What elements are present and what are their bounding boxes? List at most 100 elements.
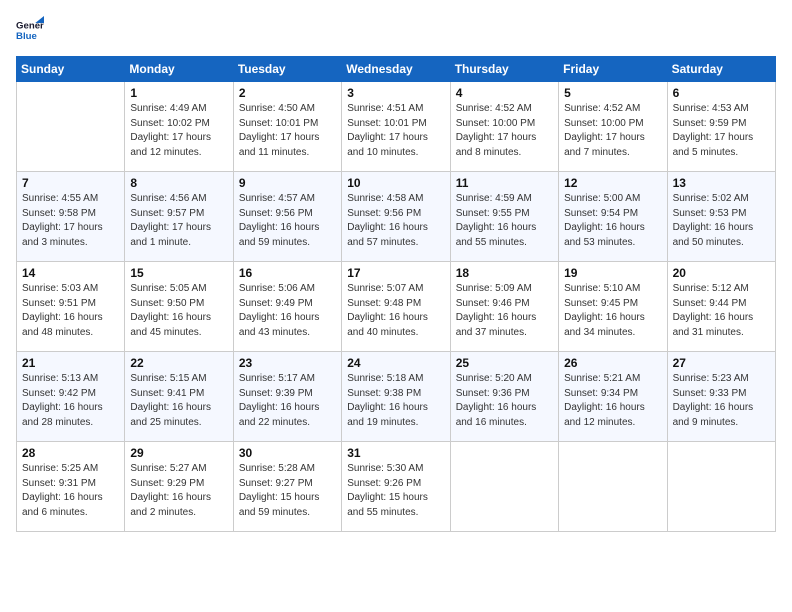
day-header-friday: Friday (559, 57, 667, 82)
day-number: 28 (22, 446, 119, 460)
day-number: 18 (456, 266, 553, 280)
day-number: 7 (22, 176, 119, 190)
day-info: Sunrise: 5:03 AM Sunset: 9:51 PM Dayligh… (22, 282, 119, 340)
day-number: 14 (22, 266, 119, 280)
calendar-cell: 27 Sunrise: 5:23 AM Sunset: 9:33 PM Dayli… (667, 352, 775, 442)
day-number: 12 (564, 176, 661, 190)
day-number: 15 (130, 266, 227, 280)
day-info: Sunrise: 5:02 AM Sunset: 9:53 PM Dayligh… (673, 192, 770, 250)
calendar-cell: 18 Sunrise: 5:09 AM Sunset: 9:46 PM Dayli… (450, 262, 558, 352)
day-number: 4 (456, 86, 553, 100)
week-row-5: 28 Sunrise: 5:25 AM Sunset: 9:31 PM Dayli… (17, 442, 776, 532)
calendar-cell (559, 442, 667, 532)
calendar-cell: 28 Sunrise: 5:25 AM Sunset: 9:31 PM Dayli… (17, 442, 125, 532)
day-info: Sunrise: 5:10 AM Sunset: 9:45 PM Dayligh… (564, 282, 661, 340)
day-number: 19 (564, 266, 661, 280)
day-info: Sunrise: 5:18 AM Sunset: 9:38 PM Dayligh… (347, 372, 444, 430)
day-info: Sunrise: 5:00 AM Sunset: 9:54 PM Dayligh… (564, 192, 661, 250)
day-number: 13 (673, 176, 770, 190)
day-number: 29 (130, 446, 227, 460)
day-info: Sunrise: 5:20 AM Sunset: 9:36 PM Dayligh… (456, 372, 553, 430)
day-number: 11 (456, 176, 553, 190)
week-row-4: 21 Sunrise: 5:13 AM Sunset: 9:42 PM Dayli… (17, 352, 776, 442)
logo-icon: General Blue (16, 16, 44, 44)
day-info: Sunrise: 5:30 AM Sunset: 9:26 PM Dayligh… (347, 462, 444, 520)
day-number: 20 (673, 266, 770, 280)
day-number: 9 (239, 176, 336, 190)
calendar-cell: 7 Sunrise: 4:55 AM Sunset: 9:58 PM Daylig… (17, 172, 125, 262)
calendar-cell: 4Sunrise: 4:52 AM Sunset: 10:00 PM Dayli… (450, 82, 558, 172)
calendar-cell: 16Sunrise: 5:06 AM Sunset: 9:49 PM Dayli… (233, 262, 341, 352)
day-info: Sunrise: 4:56 AM Sunset: 9:57 PM Dayligh… (130, 192, 227, 250)
week-row-1: 1 Sunrise: 4:49 AM Sunset: 10:02 PM Dayli… (17, 82, 776, 172)
day-number: 1 (130, 86, 227, 100)
day-header-sunday: Sunday (17, 57, 125, 82)
calendar-cell: 5Sunrise: 4:52 AM Sunset: 10:00 PM Dayli… (559, 82, 667, 172)
day-number: 31 (347, 446, 444, 460)
day-info: Sunrise: 5:13 AM Sunset: 9:42 PM Dayligh… (22, 372, 119, 430)
calendar-cell: 12 Sunrise: 5:00 AM Sunset: 9:54 PM Dayli… (559, 172, 667, 262)
day-info: Sunrise: 5:21 AM Sunset: 9:34 PM Dayligh… (564, 372, 661, 430)
day-info: Sunrise: 5:05 AM Sunset: 9:50 PM Dayligh… (130, 282, 227, 340)
day-number: 30 (239, 446, 336, 460)
day-number: 10 (347, 176, 444, 190)
calendar-cell: 29 Sunrise: 5:27 AM Sunset: 9:29 PM Dayli… (125, 442, 233, 532)
day-number: 25 (456, 356, 553, 370)
calendar-cell: 31 Sunrise: 5:30 AM Sunset: 9:26 PM Dayli… (342, 442, 450, 532)
calendar-cell (17, 82, 125, 172)
day-info: Sunrise: 5:17 AM Sunset: 9:39 PM Dayligh… (239, 372, 336, 430)
calendar-cell: 30Sunrise: 5:28 AM Sunset: 9:27 PM Dayli… (233, 442, 341, 532)
day-info: Sunrise: 4:51 AM Sunset: 10:01 PM Daylig… (347, 102, 444, 160)
calendar-cell: 1 Sunrise: 4:49 AM Sunset: 10:02 PM Dayli… (125, 82, 233, 172)
calendar-cell: 10 Sunrise: 4:58 AM Sunset: 9:56 PM Dayli… (342, 172, 450, 262)
day-info: Sunrise: 5:12 AM Sunset: 9:44 PM Dayligh… (673, 282, 770, 340)
logo: General Blue (16, 16, 44, 44)
week-row-3: 14 Sunrise: 5:03 AM Sunset: 9:51 PM Dayli… (17, 262, 776, 352)
day-info: Sunrise: 5:09 AM Sunset: 9:46 PM Dayligh… (456, 282, 553, 340)
svg-text:Blue: Blue (16, 31, 37, 42)
day-info: Sunrise: 5:23 AM Sunset: 9:33 PM Dayligh… (673, 372, 770, 430)
calendar-cell: 21 Sunrise: 5:13 AM Sunset: 9:42 PM Dayli… (17, 352, 125, 442)
day-info: Sunrise: 5:15 AM Sunset: 9:41 PM Dayligh… (130, 372, 227, 430)
day-info: Sunrise: 4:55 AM Sunset: 9:58 PM Dayligh… (22, 192, 119, 250)
day-info: Sunrise: 4:57 AM Sunset: 9:56 PM Dayligh… (239, 192, 336, 250)
day-info: Sunrise: 5:07 AM Sunset: 9:48 PM Dayligh… (347, 282, 444, 340)
calendar-cell: 14 Sunrise: 5:03 AM Sunset: 9:51 PM Dayli… (17, 262, 125, 352)
calendar-cell (667, 442, 775, 532)
calendar-table: SundayMondayTuesdayWednesdayThursdayFrid… (16, 56, 776, 532)
day-number: 22 (130, 356, 227, 370)
day-info: Sunrise: 4:53 AM Sunset: 9:59 PM Dayligh… (673, 102, 770, 160)
day-info: Sunrise: 5:27 AM Sunset: 9:29 PM Dayligh… (130, 462, 227, 520)
calendar-cell: 15 Sunrise: 5:05 AM Sunset: 9:50 PM Dayli… (125, 262, 233, 352)
calendar-cell: 8 Sunrise: 4:56 AM Sunset: 9:57 PM Daylig… (125, 172, 233, 262)
day-number: 6 (673, 86, 770, 100)
day-number: 24 (347, 356, 444, 370)
page-header: General Blue (16, 16, 776, 44)
calendar-cell: 13 Sunrise: 5:02 AM Sunset: 9:53 PM Dayli… (667, 172, 775, 262)
day-info: Sunrise: 4:58 AM Sunset: 9:56 PM Dayligh… (347, 192, 444, 250)
day-info: Sunrise: 4:59 AM Sunset: 9:55 PM Dayligh… (456, 192, 553, 250)
calendar-cell: 19 Sunrise: 5:10 AM Sunset: 9:45 PM Dayli… (559, 262, 667, 352)
calendar-cell: 20 Sunrise: 5:12 AM Sunset: 9:44 PM Dayli… (667, 262, 775, 352)
header-row: SundayMondayTuesdayWednesdayThursdayFrid… (17, 57, 776, 82)
week-row-2: 7 Sunrise: 4:55 AM Sunset: 9:58 PM Daylig… (17, 172, 776, 262)
calendar-cell: 9 Sunrise: 4:57 AM Sunset: 9:56 PM Daylig… (233, 172, 341, 262)
calendar-cell: 22 Sunrise: 5:15 AM Sunset: 9:41 PM Dayli… (125, 352, 233, 442)
calendar-cell: 17 Sunrise: 5:07 AM Sunset: 9:48 PM Dayli… (342, 262, 450, 352)
day-number: 3 (347, 86, 444, 100)
calendar-cell: 25 Sunrise: 5:20 AM Sunset: 9:36 PM Dayli… (450, 352, 558, 442)
calendar-cell: 6 Sunrise: 4:53 AM Sunset: 9:59 PM Daylig… (667, 82, 775, 172)
calendar-cell: 11 Sunrise: 4:59 AM Sunset: 9:55 PM Dayli… (450, 172, 558, 262)
day-number: 8 (130, 176, 227, 190)
day-number: 17 (347, 266, 444, 280)
day-number: 2 (239, 86, 336, 100)
calendar-cell: 23Sunrise: 5:17 AM Sunset: 9:39 PM Dayli… (233, 352, 341, 442)
calendar-cell: 26 Sunrise: 5:21 AM Sunset: 9:34 PM Dayli… (559, 352, 667, 442)
day-number: 21 (22, 356, 119, 370)
calendar-cell: 2Sunrise: 4:50 AM Sunset: 10:01 PM Dayli… (233, 82, 341, 172)
day-header-thursday: Thursday (450, 57, 558, 82)
day-info: Sunrise: 4:49 AM Sunset: 10:02 PM Daylig… (130, 102, 227, 160)
day-number: 27 (673, 356, 770, 370)
day-info: Sunrise: 5:25 AM Sunset: 9:31 PM Dayligh… (22, 462, 119, 520)
day-number: 26 (564, 356, 661, 370)
